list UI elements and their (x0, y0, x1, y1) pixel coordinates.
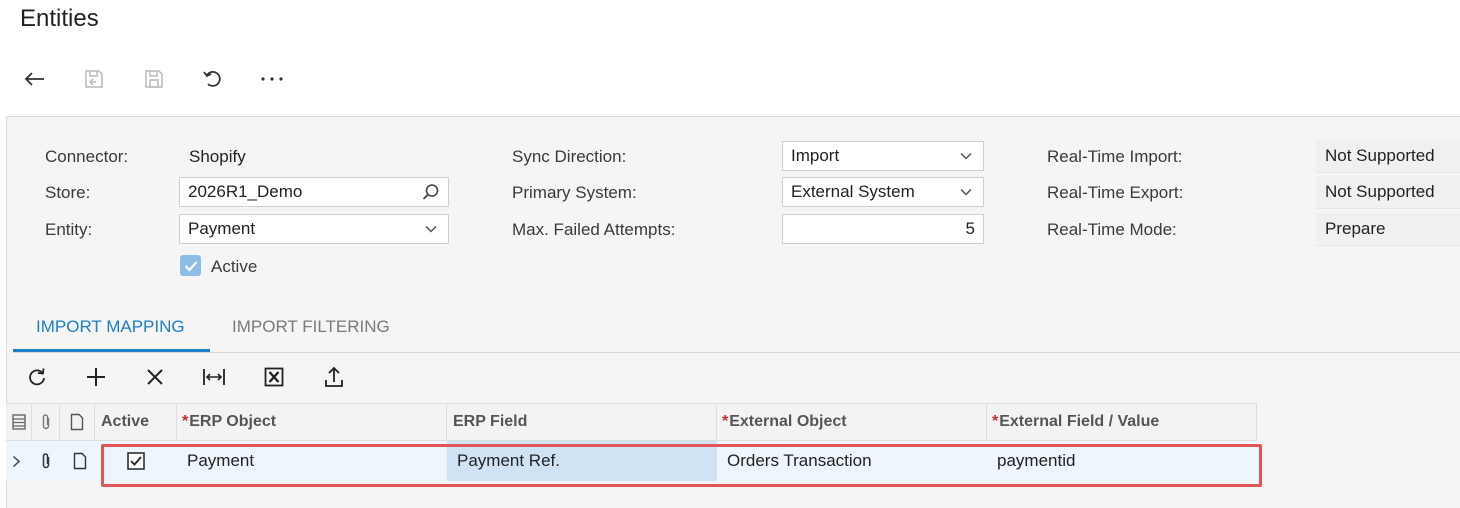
entity-value: Payment (188, 219, 256, 238)
save-and-close-icon[interactable] (81, 66, 107, 92)
search-icon[interactable] (422, 183, 440, 201)
chevron-right-icon (12, 455, 21, 467)
chevron-down-icon (957, 147, 975, 165)
delete-row-icon[interactable] (142, 364, 168, 390)
paperclip-icon (42, 414, 49, 430)
row-selector-header[interactable] (6, 403, 32, 441)
row-note-cell[interactable] (60, 441, 95, 481)
row-status-icon (11, 414, 26, 430)
page-title: Entities (20, 5, 99, 32)
store-field[interactable]: 2026R1_Demo (179, 177, 449, 207)
sync-direction-label: Sync Direction: (512, 147, 627, 166)
sync-direction-value: Import (791, 146, 840, 165)
undo-icon[interactable] (200, 66, 226, 92)
entity-label: Entity: (45, 220, 93, 239)
tab-divider (13, 352, 1460, 353)
column-header-active[interactable]: Active (95, 403, 177, 441)
chevron-down-icon (957, 183, 975, 201)
connector-value: Shopify (189, 147, 246, 166)
primary-system-value: External System (791, 182, 915, 201)
tab-import-mapping[interactable]: IMPORT MAPPING (36, 317, 185, 337)
primary-system-dropdown[interactable]: External System (782, 177, 984, 207)
paperclip-icon (42, 453, 50, 469)
required-marker: * (722, 413, 729, 430)
column-header-erp-field[interactable]: ERP Field (447, 403, 717, 441)
rt-mode-value-box: Prepare (1316, 213, 1460, 246)
sync-direction-dropdown[interactable]: Import (782, 141, 984, 171)
note-icon (73, 452, 87, 470)
entity-dropdown[interactable]: Payment (179, 214, 449, 244)
rt-mode-label: Real-Time Mode: (1047, 220, 1177, 239)
save-icon[interactable] (141, 66, 167, 92)
refresh-icon[interactable] (24, 364, 50, 390)
rt-import-value: Not Supported (1325, 146, 1435, 165)
column-header-external-object[interactable]: * External Object (717, 403, 987, 441)
note-icon (70, 413, 84, 431)
required-marker: * (182, 413, 189, 430)
store-value: 2026R1_Demo (188, 182, 303, 201)
max-failed-value: 5 (965, 219, 975, 238)
tab-import-filtering[interactable]: IMPORT FILTERING (232, 317, 390, 337)
column-header-external-field[interactable]: * External Field / Value (987, 403, 1257, 441)
add-row-icon[interactable] (83, 364, 109, 390)
chevron-down-icon (422, 220, 440, 238)
connector-label: Connector: (45, 147, 129, 166)
rt-import-value-box: Not Supported (1316, 140, 1460, 173)
rt-export-value: Not Supported (1325, 182, 1435, 201)
rt-export-label: Real-Time Export: (1047, 183, 1184, 202)
back-arrow-icon[interactable] (22, 66, 48, 92)
rt-mode-value: Prepare (1325, 219, 1386, 238)
upload-icon[interactable] (321, 364, 347, 390)
active-checkbox[interactable] (180, 255, 201, 276)
primary-system-label: Primary System: (512, 183, 637, 202)
rt-import-label: Real-Time Import: (1047, 147, 1183, 166)
max-failed-label: Max. Failed Attempts: (512, 220, 676, 239)
more-icon[interactable] (259, 66, 285, 92)
store-label: Store: (45, 183, 91, 202)
row-expand-cell[interactable] (6, 441, 32, 481)
export-excel-icon[interactable] (261, 364, 287, 390)
notes-header[interactable] (60, 403, 95, 441)
column-header-erp-object[interactable]: * ERP Object (177, 403, 447, 441)
attachments-header[interactable] (32, 403, 60, 441)
max-failed-input[interactable]: 5 (782, 214, 984, 244)
required-marker: * (992, 413, 999, 430)
active-label: Active (211, 257, 258, 276)
row-attachment-cell[interactable] (32, 441, 60, 481)
row-highlight-box (101, 444, 1262, 487)
fit-columns-icon[interactable] (201, 364, 227, 390)
rt-export-value-box: Not Supported (1316, 176, 1460, 209)
